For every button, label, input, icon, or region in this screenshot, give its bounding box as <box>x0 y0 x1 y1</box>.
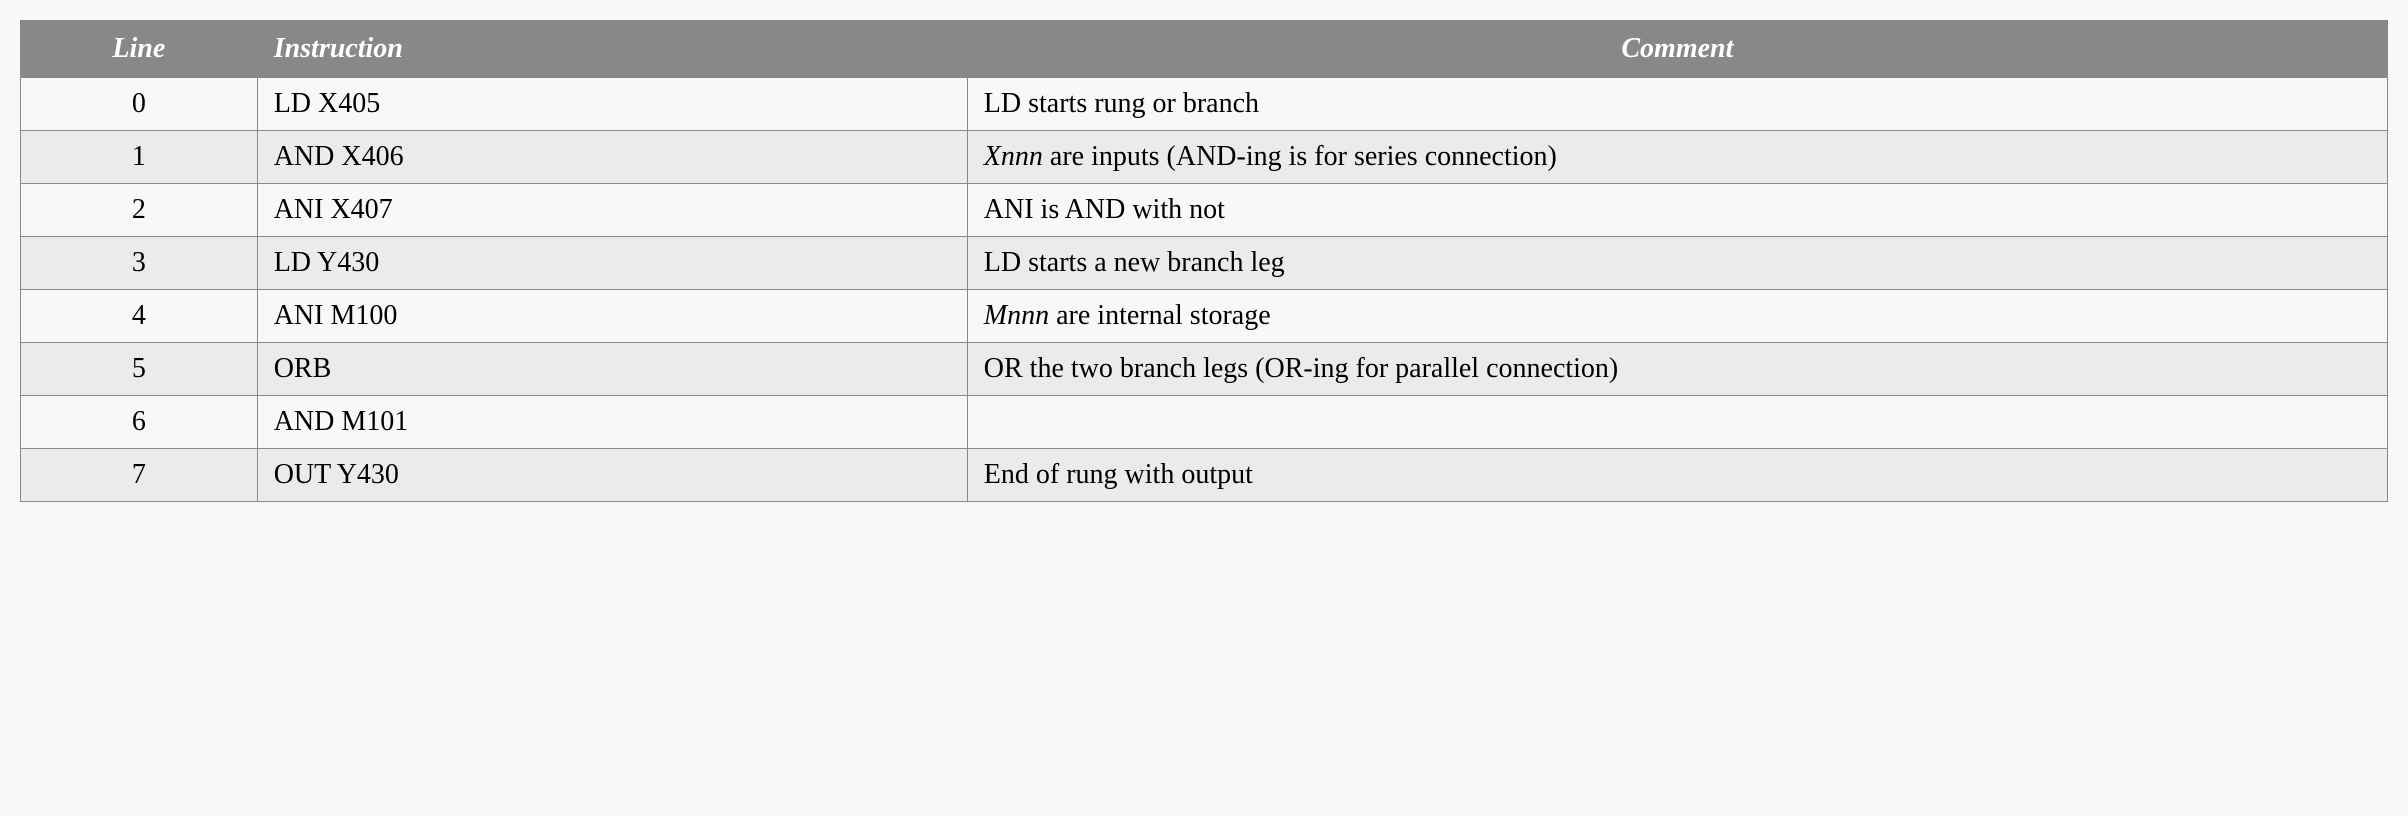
comment-italic: Mnnn <box>984 300 1049 331</box>
cell-line: 7 <box>21 449 258 502</box>
cell-instruction: ANI M100 <box>257 290 967 343</box>
cell-comment: LD starts a new branch leg <box>967 237 2387 290</box>
comment-suffix: End of rung with output <box>984 459 1253 490</box>
cell-instruction: AND M101 <box>257 396 967 449</box>
table-header-row: Line Instruction Comment <box>21 21 2388 78</box>
cell-instruction: OUT Y430 <box>257 449 967 502</box>
comment-suffix: are inputs (AND-ing is for series connec… <box>1043 141 1557 172</box>
comment-suffix: LD starts a new branch leg <box>984 247 1285 278</box>
cell-comment: LD starts rung or branch <box>967 78 2387 131</box>
cell-comment <box>967 396 2387 449</box>
cell-line: 3 <box>21 237 258 290</box>
cell-instruction: AND X406 <box>257 131 967 184</box>
cell-comment: Mnnn are internal storage <box>967 290 2387 343</box>
comment-suffix: are internal storage <box>1049 300 1271 331</box>
cell-line: 6 <box>21 396 258 449</box>
cell-instruction: ANI X407 <box>257 184 967 237</box>
table-row: 0LD X405 LD starts rung or branch <box>21 78 2388 131</box>
cell-comment: Xnnn are inputs (AND-ing is for series c… <box>967 131 2387 184</box>
comment-suffix: ANI is AND with not <box>984 194 1225 225</box>
header-instruction: Instruction <box>257 21 967 78</box>
cell-line: 1 <box>21 131 258 184</box>
comment-suffix: OR the two branch legs (OR-ing for paral… <box>984 353 1618 384</box>
cell-line: 2 <box>21 184 258 237</box>
table-row: 1AND X406Xnnn are inputs (AND-ing is for… <box>21 131 2388 184</box>
cell-comment: End of rung with output <box>967 449 2387 502</box>
cell-instruction: LD X405 <box>257 78 967 131</box>
table-row: 7OUT Y430 End of rung with output <box>21 449 2388 502</box>
cell-instruction: LD Y430 <box>257 237 967 290</box>
table-row: 3LD Y430 LD starts a new branch leg <box>21 237 2388 290</box>
cell-comment: ANI is AND with not <box>967 184 2387 237</box>
table-row: 6AND M101 <box>21 396 2388 449</box>
table-row: 4ANI M100Mnnn are internal storage <box>21 290 2388 343</box>
header-line: Line <box>21 21 258 78</box>
cell-line: 5 <box>21 343 258 396</box>
header-comment: Comment <box>967 21 2387 78</box>
cell-line: 0 <box>21 78 258 131</box>
cell-comment: OR the two branch legs (OR-ing for paral… <box>967 343 2387 396</box>
instruction-table: Line Instruction Comment 0LD X405 LD star… <box>20 20 2388 502</box>
table-row: 5ORB OR the two branch legs (OR-ing for p… <box>21 343 2388 396</box>
cell-line: 4 <box>21 290 258 343</box>
comment-italic: Xnnn <box>984 141 1043 172</box>
comment-suffix: LD starts rung or branch <box>984 88 1259 119</box>
cell-instruction: ORB <box>257 343 967 396</box>
table-row: 2ANI X407 ANI is AND with not <box>21 184 2388 237</box>
